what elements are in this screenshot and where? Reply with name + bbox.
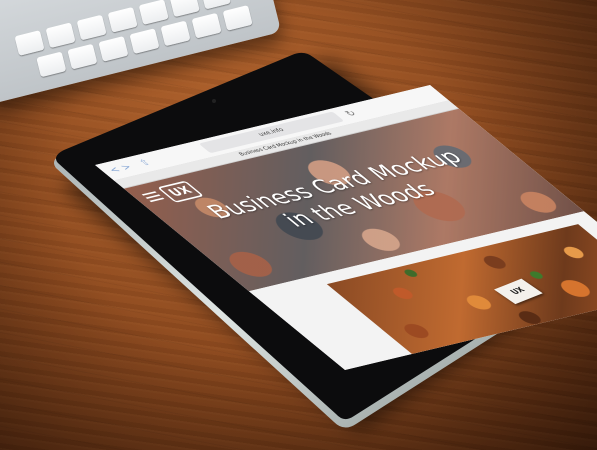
reload-icon[interactable]: ↻ [342,108,360,118]
business-card: UX [494,278,543,305]
share-icon[interactable]: ⇧ [136,158,154,168]
tablet: < > ⇧ uxe.info ↻ Business Card Mockup in… [0,0,597,450]
